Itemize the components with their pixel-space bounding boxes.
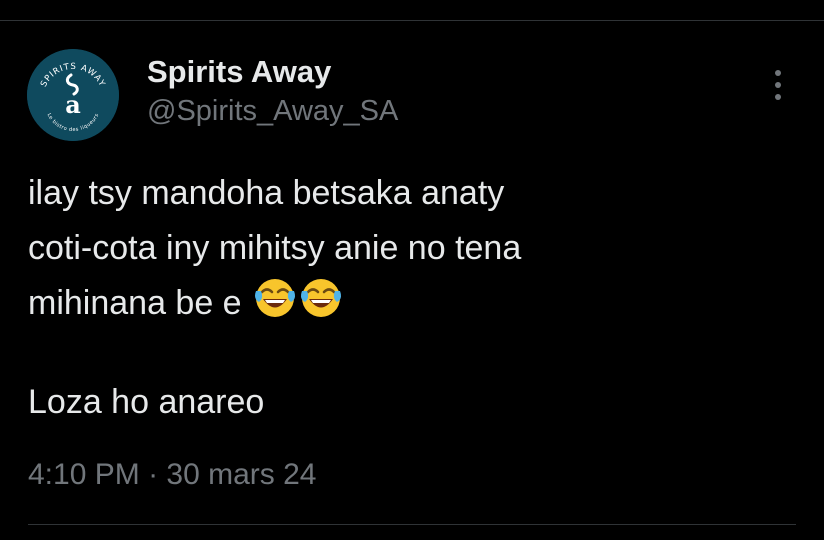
tweet-timestamp[interactable]: 4:10 PM · 30 mars 24 [28,458,317,492]
tweet-text-line-3-wrapper: mihinana be e [28,276,808,331]
avatar[interactable]: SPIRITS AWAY Le bistro des liqueurs a [27,49,119,141]
author-display-name[interactable]: Spirits Away [147,54,331,90]
meta-separator: · [148,458,159,491]
tweet-detail-view: SPIRITS AWAY Le bistro des liqueurs a Sp… [0,0,824,540]
tweet-text-line-4: Loza ho anareo [28,383,265,421]
tweet-text-line-3: mihinana be e [28,284,242,322]
tweet-text-line-2: coti-cota iny mihitsy anie no tena [28,229,522,267]
tweet-time: 4:10 PM [28,458,140,491]
bottom-divider [28,524,796,525]
vertical-ellipsis-icon [775,70,781,76]
author-handle[interactable]: @Spirits_Away_SA [147,95,398,128]
spirits-away-logo-icon: SPIRITS AWAY Le bistro des liqueurs a [27,49,119,141]
tweet-text-line-1: ilay tsy mandoha betsaka anaty [28,174,505,212]
tweet-date: 30 mars 24 [166,458,317,491]
svg-text:a: a [65,90,81,119]
face-with-tears-of-joy-icon [253,276,297,320]
top-divider [0,20,824,21]
face-with-tears-of-joy-icon [299,276,343,320]
more-options-button[interactable] [762,66,794,104]
tweet-text: ilay tsy mandoha betsaka anaty coti-cota… [28,166,808,331]
